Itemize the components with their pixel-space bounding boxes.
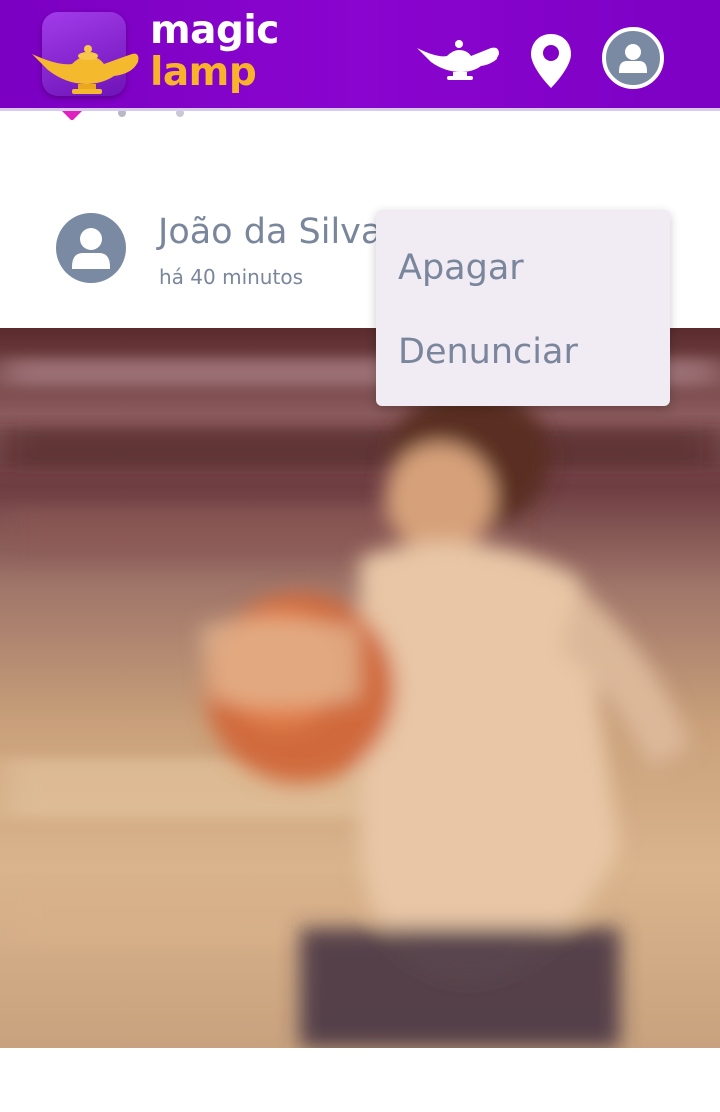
- lamp-icon[interactable]: [415, 36, 503, 86]
- post-timestamp: há 40 minutos: [159, 265, 303, 289]
- post-options-menu: Apagar Denunciar: [376, 210, 670, 406]
- post-author-name[interactable]: João da Silva: [158, 212, 382, 252]
- tab-indicator-peek: [62, 108, 202, 120]
- author-avatar[interactable]: [56, 213, 126, 283]
- brand-line-lamp: lamp: [150, 50, 257, 95]
- menu-item-delete[interactable]: Apagar: [398, 248, 524, 288]
- post-photo[interactable]: [0, 328, 720, 1048]
- brand-wordmark: magic lamp: [150, 10, 279, 94]
- app-header: magic lamp: [0, 0, 720, 111]
- location-pin-icon[interactable]: [528, 32, 574, 94]
- brand-line-magic: magic: [150, 8, 279, 53]
- menu-item-report[interactable]: Denunciar: [398, 332, 578, 372]
- user-avatar-icon[interactable]: [602, 27, 664, 89]
- logo-lamp-icon: [28, 36, 144, 104]
